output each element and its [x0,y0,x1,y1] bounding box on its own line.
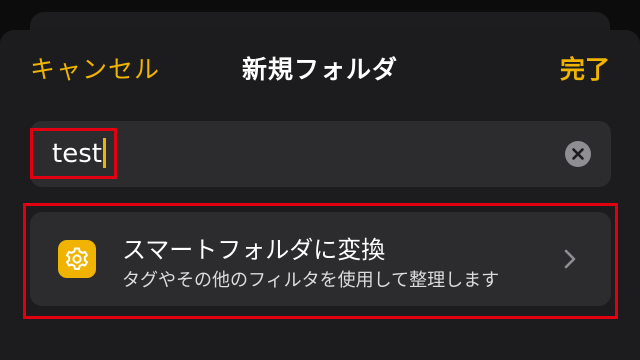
clear-text-button[interactable] [565,141,591,167]
done-button[interactable]: 完了 [560,50,610,86]
folder-name-field[interactable]: test [30,121,611,187]
highlight-box-smart-folder [23,203,618,319]
close-icon [572,148,584,160]
cancel-button[interactable]: キャンセル [30,50,160,86]
highlight-box-name-field [30,128,117,179]
